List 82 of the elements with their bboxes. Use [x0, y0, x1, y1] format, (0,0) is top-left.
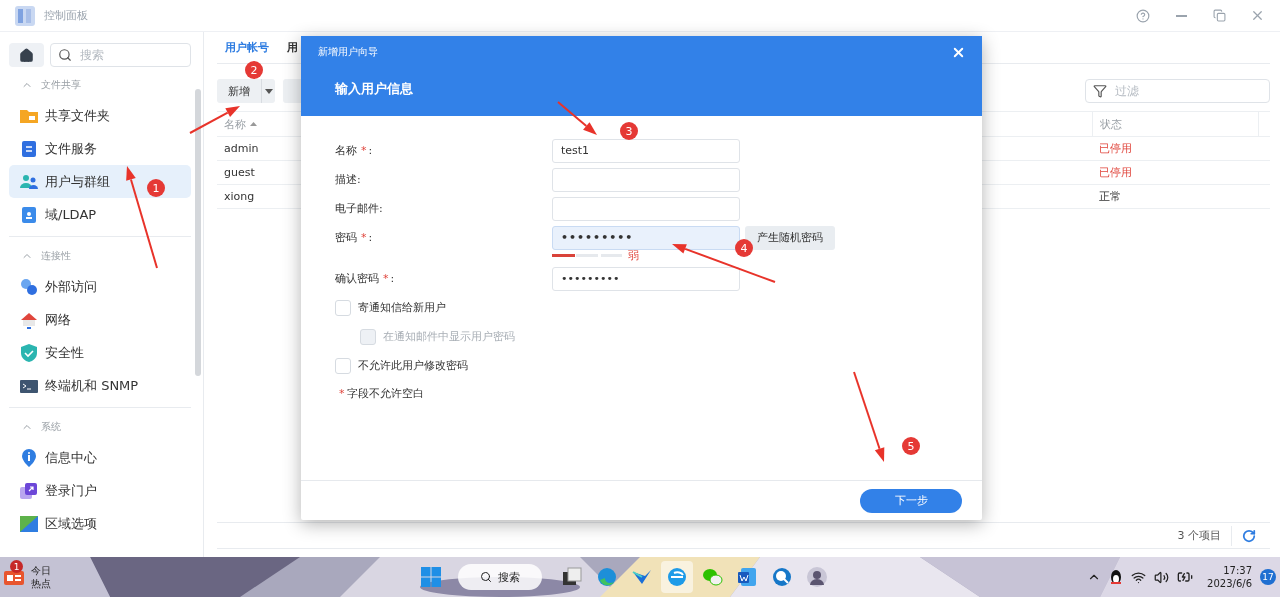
speaker-icon[interactable] [1154, 569, 1170, 585]
globe-icon [666, 566, 688, 588]
filter-icon [1093, 84, 1107, 98]
sidebar-item[interactable]: 域/LDAP [9, 198, 191, 231]
field-label: 名称 * : [335, 143, 374, 158]
filter-field[interactable]: 过滤 [1085, 79, 1270, 103]
sidebar-item[interactable]: 终端机和 SNMP [9, 369, 191, 402]
window-title: 控制面板 [44, 8, 89, 23]
input-field[interactable] [552, 196, 740, 221]
avatar-icon [806, 566, 828, 588]
checkbox-label: 寄通知信给新用户 [358, 300, 446, 315]
search-icon [480, 571, 492, 583]
shield-icon [19, 342, 39, 363]
app-icon [14, 4, 36, 27]
refresh-icon[interactable] [1242, 528, 1256, 543]
next-button[interactable]: 下一步 [860, 488, 962, 513]
help-icon [1136, 8, 1150, 23]
home-icon [19, 47, 34, 63]
sort-icon [250, 122, 257, 126]
create-button[interactable]: 新增 [217, 79, 261, 103]
home-button[interactable] [9, 43, 44, 67]
field-label: 密码 * : [335, 230, 374, 245]
chat-icon [701, 566, 723, 588]
link-icon [19, 276, 39, 297]
sidebar-item[interactable]: 安全性 [9, 336, 191, 369]
sidebar-item[interactable]: 文件服务 [9, 132, 191, 165]
field-label: 电子邮件: [335, 201, 384, 216]
taskbar-search[interactable]: 搜索 [458, 564, 542, 590]
required-note: * 字段不允许空白 [338, 386, 425, 401]
restore-icon [1212, 9, 1226, 22]
field-label: 确认密码 * : [335, 271, 396, 286]
sidebar-item[interactable]: 登录门户 [9, 474, 191, 507]
table-cell: guest [224, 166, 255, 179]
battery-icon[interactable] [1177, 569, 1194, 585]
search-icon [58, 48, 72, 62]
checkbox-label: 不允许此用户修改密码 [358, 358, 468, 373]
dropdown-button[interactable] [261, 79, 275, 103]
table-cell: admin [224, 142, 259, 155]
document-icon [736, 566, 758, 588]
file-service-icon [19, 138, 39, 159]
checkbox[interactable] [335, 299, 351, 316]
search-field[interactable]: 搜索 [50, 43, 191, 67]
field-label: 描述: [335, 172, 362, 187]
minimize-icon [1175, 14, 1187, 17]
penguin-icon[interactable] [1109, 569, 1124, 585]
map-icon [19, 513, 39, 534]
clock[interactable]: 17:37 2023/6/6 [1207, 564, 1252, 590]
sidebar-item[interactable]: 共享文件夹 [9, 99, 191, 132]
sidebar-item[interactable]: 信息中心 [9, 441, 191, 474]
news-subtitle: 热点 [31, 577, 51, 590]
scrollbar[interactable] [195, 89, 201, 376]
caret-icon [264, 88, 273, 94]
strength-label: 弱 [628, 248, 639, 263]
portal-icon [19, 480, 39, 501]
table-cell: 已停用 [1099, 165, 1132, 180]
dialog-heading: 输入用户信息 [334, 80, 414, 98]
wifi-icon[interactable] [1131, 569, 1147, 585]
magnifier-icon [771, 566, 793, 588]
column-label: 名称 [224, 116, 246, 132]
id-card-icon [19, 204, 39, 225]
input-field[interactable] [552, 167, 740, 192]
item-count: 3 个项目 [1177, 525, 1232, 546]
table-cell: xiong [224, 190, 255, 203]
arrow [557, 101, 597, 135]
table-cell: 已停用 [1099, 141, 1132, 156]
sidebar-item[interactable]: 区域选项 [9, 507, 191, 540]
tab[interactable]: 用户帐号 [225, 32, 269, 63]
sidebar-item[interactable]: 网络 [9, 303, 191, 336]
password-field[interactable]: ••••••••• [552, 225, 740, 250]
tab[interactable]: 用 [287, 32, 298, 63]
input-field[interactable]: ••••••••• [552, 266, 740, 291]
news-title: 今日 [31, 564, 51, 577]
info-icon [19, 447, 39, 468]
windows-logo-icon[interactable] [420, 566, 442, 588]
sidebar-item[interactable]: 外部访问 [9, 270, 191, 303]
dialog-title: 新增用户向导 [318, 45, 378, 59]
checkbox[interactable] [335, 357, 351, 374]
swirl-icon [596, 566, 618, 588]
window-stack-icon [561, 566, 583, 588]
checkbox-label: 在通知邮件中显示用户密码 [383, 329, 515, 344]
input-field[interactable]: test1 [552, 138, 740, 163]
table-cell: 正常 [1099, 189, 1121, 204]
